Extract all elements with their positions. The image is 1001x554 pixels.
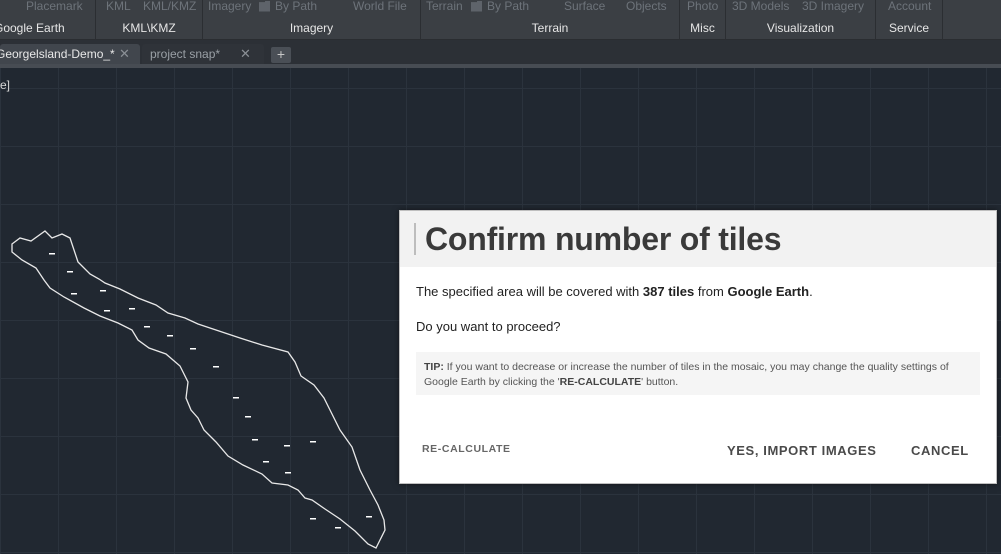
ribbon-label-google-earth: Google Earth (0, 21, 65, 35)
cancel-button[interactable]: CANCEL (911, 443, 969, 458)
ribbon-item-account[interactable]: Account (888, 0, 931, 13)
tile-marker (252, 439, 258, 441)
tab-georgelsland-demo[interactable]: Georgelsland-Demo_* ✕ (0, 44, 140, 65)
close-icon[interactable]: ✕ (240, 46, 251, 62)
island-outline-drawing (11, 230, 386, 549)
recalculate-button[interactable]: RE-CALCULATE (422, 443, 511, 455)
ribbon-item-placemark[interactable]: Placemark (26, 0, 83, 13)
tab-label: project snap* (150, 47, 221, 61)
message-mid: from (694, 284, 728, 299)
ribbon-group-misc: Photo Misc (680, 0, 726, 40)
tile-marker (285, 472, 291, 474)
tile-marker (100, 290, 106, 292)
ribbon-group-kml: KML KML/KMZ KML\KMZ (96, 0, 203, 40)
ribbon-item-photo[interactable]: Photo (687, 0, 718, 13)
tip-text-end: ' button. (641, 376, 679, 388)
tab-project-snap[interactable]: project snap* ✕ (142, 44, 264, 65)
ribbon-group-visualization: 3D Models 3D Imagery Visualization (726, 0, 876, 40)
folder-icon (471, 0, 482, 12)
tile-markers (49, 253, 372, 529)
add-tab-button[interactable]: + (271, 47, 291, 63)
ribbon-label-terrain: Terrain (531, 21, 569, 35)
ribbon-item-label: By Path (487, 0, 530, 13)
tab-label: Georgelsland-Demo_* (0, 47, 115, 61)
tip-text: If you want to decrease or increase the … (424, 361, 949, 388)
tile-marker (213, 366, 219, 368)
confirm-tiles-dialog: Confirm number of tiles The specified ar… (399, 210, 997, 484)
ribbon-label-misc: Misc (690, 21, 715, 35)
dialog-question: Do you want to proceed? (416, 319, 561, 334)
ribbon-group-service: Account Service (876, 0, 943, 40)
tile-marker (167, 335, 173, 337)
ribbon-item-surface[interactable]: Surface (564, 0, 605, 13)
ribbon-group-google-earth: Placemark Google Earth (0, 0, 96, 40)
ribbon-group-terrain: Terrain By Path Surface Objects Terrain (421, 0, 680, 40)
message-prefix: The specified area will be covered with (416, 284, 643, 299)
tile-marker (104, 310, 110, 312)
ribbon-item-terrain[interactable]: Terrain (426, 0, 463, 13)
ribbon-item-3d-imagery[interactable]: 3D Imagery (802, 0, 864, 13)
tile-marker (310, 441, 316, 443)
tile-marker (284, 445, 290, 447)
tile-marker (366, 516, 372, 518)
ribbon-label-imagery: Imagery (289, 21, 334, 35)
dialog-title: Confirm number of tiles (425, 221, 782, 257)
ribbon-item-objects[interactable]: Objects (626, 0, 667, 13)
tile-marker (144, 326, 150, 328)
tile-marker (190, 348, 196, 350)
dialog-header-accent (414, 223, 416, 255)
tile-marker (335, 527, 341, 529)
ribbon-group-imagery: Imagery By Path World File Imagery (203, 0, 421, 40)
imagery-source: Google Earth (727, 284, 810, 299)
tile-marker (233, 397, 239, 399)
tile-count: 387 tiles (642, 284, 695, 299)
tile-marker (245, 416, 251, 418)
close-icon[interactable]: ✕ (119, 46, 130, 62)
ribbon: Placemark Google Earth KML KML/KMZ KML\K… (0, 0, 1001, 40)
tile-marker (263, 461, 269, 463)
tile-marker (49, 253, 55, 255)
ribbon-item-kml[interactable]: KML (106, 0, 131, 13)
tip-label: TIP: (424, 361, 444, 373)
tile-marker (71, 293, 77, 295)
island-boundary (11, 230, 386, 549)
ribbon-item-kml-kmz[interactable]: KML/KMZ (143, 0, 196, 13)
ribbon-label-kml-kmz: KML\KMZ (122, 21, 176, 35)
ribbon-label-visualization: Visualization (766, 21, 835, 35)
ribbon-item-imagery-by-path[interactable]: By Path (259, 0, 317, 13)
ribbon-item-terrain-by-path[interactable]: By Path (471, 0, 529, 13)
tile-marker (67, 271, 73, 273)
ribbon-item-world-file[interactable]: World File (353, 0, 407, 13)
tile-marker (310, 518, 316, 520)
dialog-tip: TIP: If you want to decrease or increase… (416, 352, 980, 395)
dialog-header: Confirm number of tiles (400, 211, 996, 267)
ribbon-label-service: Service (888, 21, 929, 35)
ribbon-item-imagery[interactable]: Imagery (208, 0, 251, 13)
folder-icon (259, 0, 270, 12)
import-images-button[interactable]: YES, IMPORT IMAGES (727, 443, 876, 458)
dialog-message: The specified area will be covered with … (416, 284, 813, 299)
tip-button-ref: RE-CALCULATE (559, 376, 642, 388)
ribbon-item-3d-models[interactable]: 3D Models (732, 0, 789, 13)
message-suffix: . (809, 284, 813, 299)
tile-marker (129, 308, 135, 310)
ribbon-item-label: By Path (275, 0, 318, 13)
